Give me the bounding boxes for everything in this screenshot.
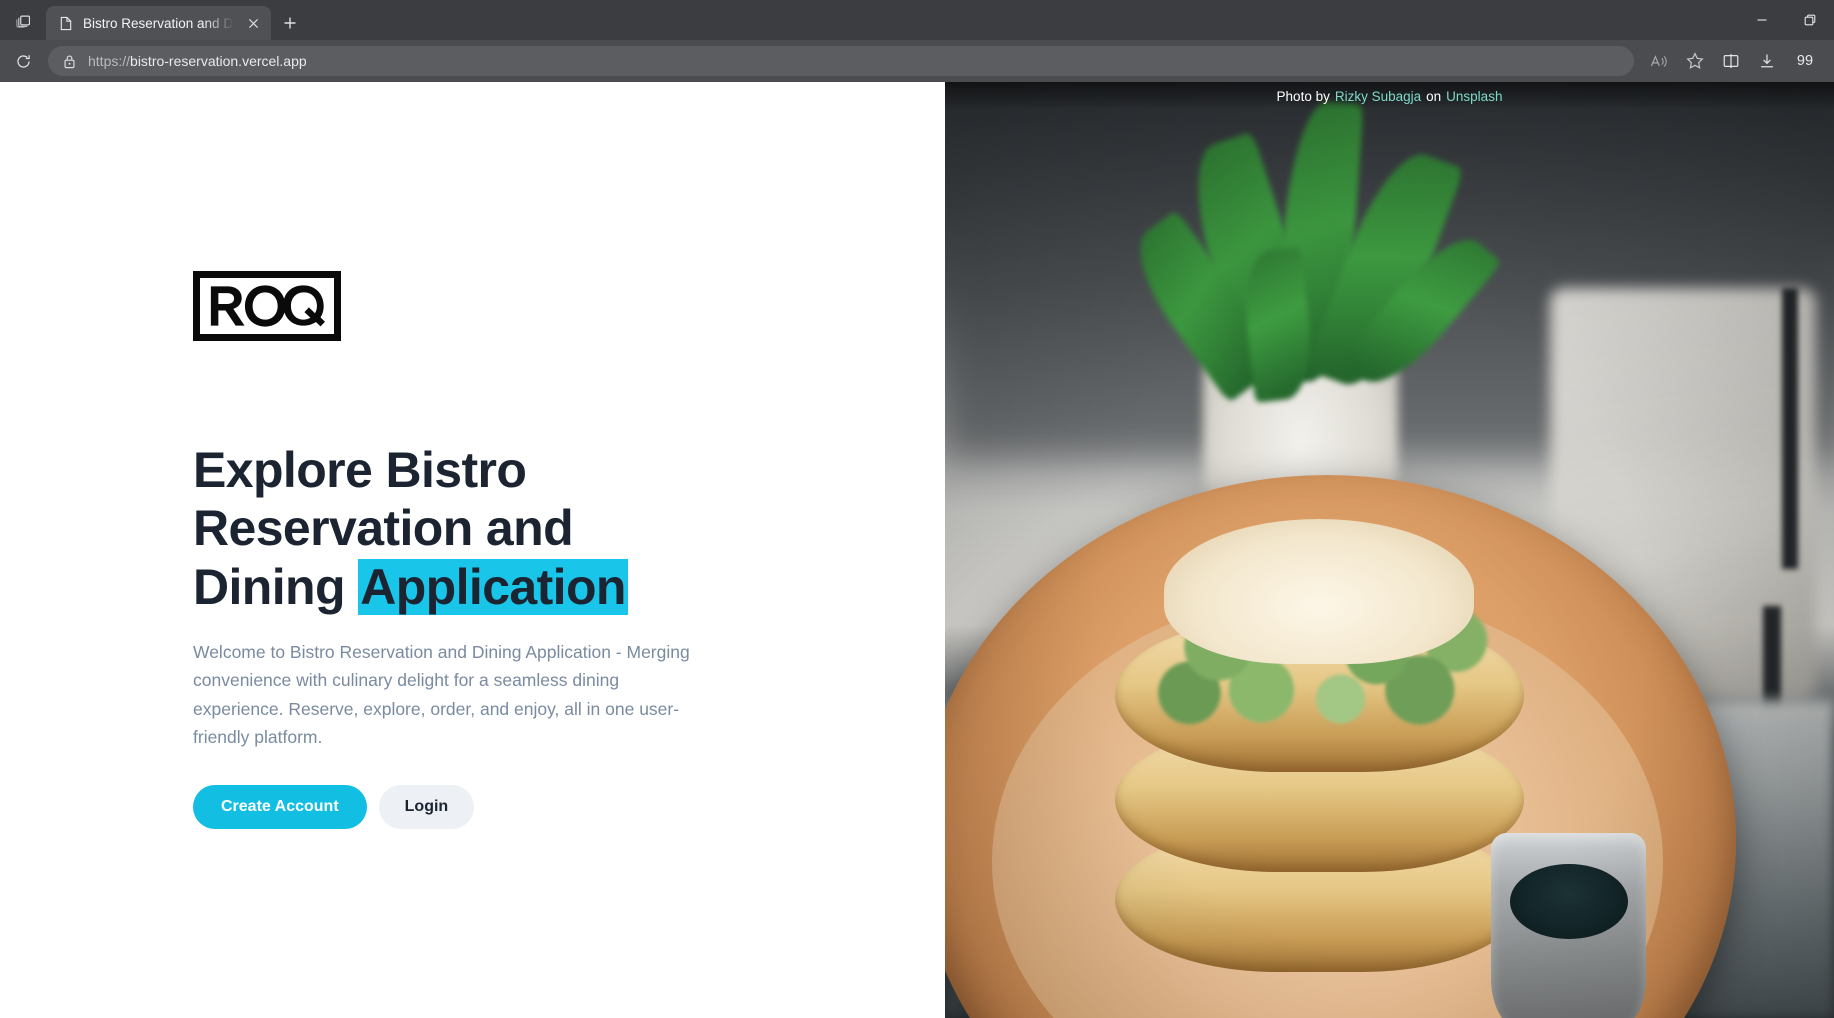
read-aloud-icon[interactable] <box>1642 44 1676 78</box>
photo-credit-prefix: Photo by <box>1276 88 1330 104</box>
cta-row: Create Account Login <box>193 785 733 830</box>
heading-line-1: Explore Bistro <box>193 441 527 498</box>
browser-titlebar: Bistro Reservation and Dining Ap <box>0 0 1834 40</box>
close-icon[interactable] <box>243 13 263 33</box>
new-tab-button[interactable] <box>271 6 309 40</box>
login-button[interactable]: Login <box>378 785 475 830</box>
photo-credit: Photo by Rizky Subagja on Unsplash <box>945 82 1834 110</box>
tab-title: Bistro Reservation and Dining Ap <box>83 15 234 31</box>
heading-line-3-plain: Dining <box>193 558 359 615</box>
hero-left-column: Explore Bistro Reservation and Dining Ap… <box>0 82 945 1018</box>
url-scheme: https:// <box>88 53 131 69</box>
heading-highlight: Application <box>358 558 628 615</box>
minimize-icon[interactable] <box>1738 3 1786 37</box>
create-account-button[interactable]: Create Account <box>193 785 367 830</box>
lock-icon[interactable] <box>58 50 80 72</box>
hero-subheading: Welcome to Bistro Reservation and Dining… <box>193 642 690 748</box>
browser-toolbar: https://bistro-reservation.vercel.app 99 <box>0 40 1834 82</box>
window-controls <box>1738 0 1834 40</box>
restore-icon[interactable] <box>1786 3 1834 37</box>
toolbar-actions: 99 <box>1642 44 1824 78</box>
hero-photo <box>945 82 1834 1018</box>
heading-line-2: Reservation and <box>193 500 574 557</box>
page-viewport: Explore Bistro Reservation and Dining Ap… <box>0 82 1834 1018</box>
browser-tab[interactable]: Bistro Reservation and Dining Ap <box>46 6 271 40</box>
roq-logo-mark <box>210 284 325 327</box>
address-bar-url: https://bistro-reservation.vercel.app <box>88 53 307 69</box>
browser-window: Bistro Reservation and Dining Ap <box>0 0 1834 1018</box>
download-icon[interactable] <box>1750 44 1784 78</box>
page-icon <box>58 15 74 31</box>
reload-icon[interactable] <box>6 44 40 78</box>
url-host: bistro-reservation.vercel.app <box>130 53 307 69</box>
photo-credit-middle: on <box>1426 88 1442 104</box>
profile-count[interactable]: 99 <box>1786 53 1824 69</box>
photo-credit-author-link[interactable]: Rizky Subagja <box>1335 89 1421 104</box>
tab-strip: Bistro Reservation and Dining Ap <box>46 0 309 40</box>
tab-workspaces-icon[interactable] <box>0 0 46 40</box>
star-icon[interactable] <box>1678 44 1712 78</box>
split-screen-icon[interactable] <box>1714 44 1748 78</box>
page-title: Explore Bistro Reservation and Dining Ap… <box>193 441 733 617</box>
address-bar[interactable]: https://bistro-reservation.vercel.app <box>48 46 1634 76</box>
hero-photo-column: Photo by Rizky Subagja on Unsplash <box>945 82 1834 1018</box>
photo-credit-source-link[interactable]: Unsplash <box>1446 89 1502 104</box>
roq-logo <box>193 270 341 341</box>
